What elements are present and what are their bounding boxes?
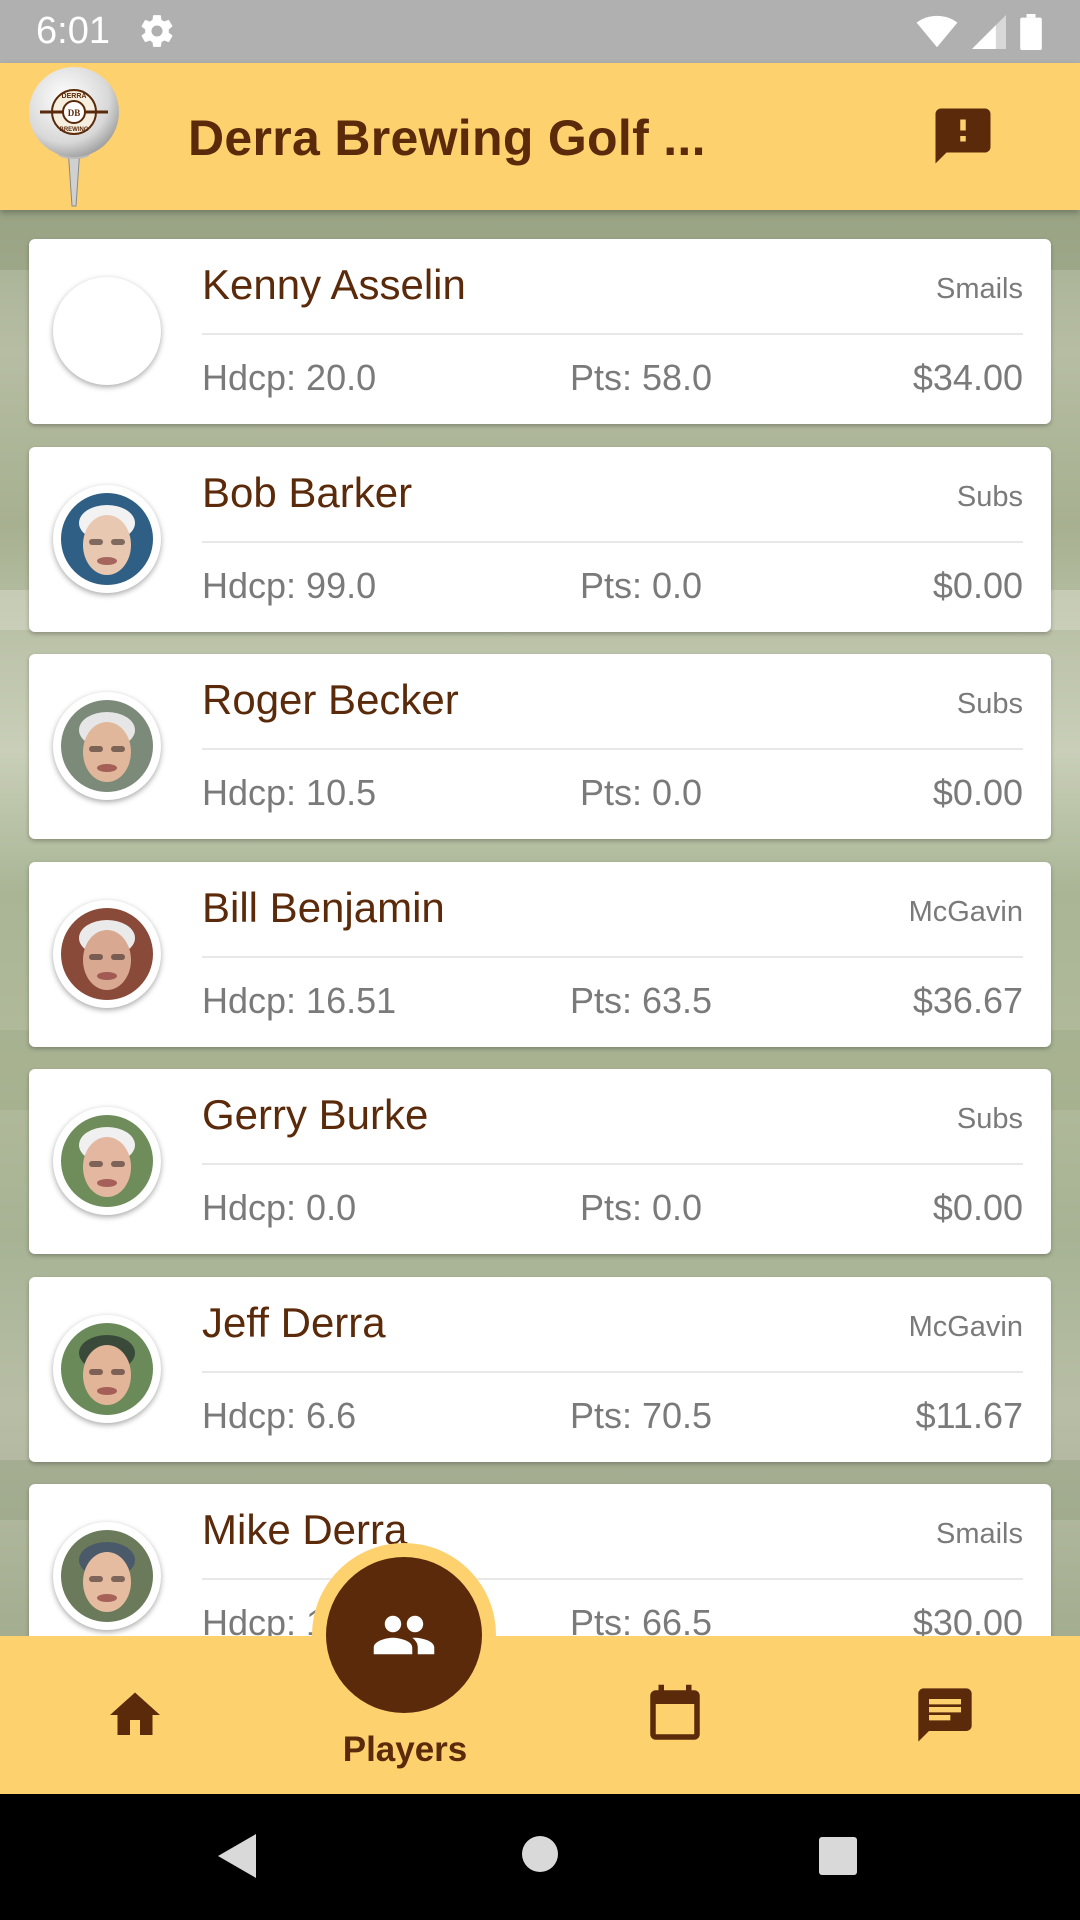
logo-text-top: DERRA <box>62 93 87 100</box>
status-icons <box>916 12 1042 52</box>
card-divider <box>202 955 1023 958</box>
player-points: Pts: 66.5 <box>569 1602 713 1636</box>
player-points: Pts: 0.0 <box>579 564 703 606</box>
app-title: Derra Brewing Golf ... <box>188 110 706 166</box>
player-name: Roger Becker <box>202 676 459 723</box>
player-card[interactable]: Jeff Derra McGavin Hdcp: 6.6 Pts: 70.5 $11.6… <box>29 1276 1051 1462</box>
player-name: Jeff Derra <box>202 1298 386 1346</box>
nav-messages[interactable] <box>810 1636 1080 1794</box>
player-photo <box>61 492 153 585</box>
status-bar: 6:01 <box>0 0 1080 63</box>
player-money: $11.67 <box>915 1394 1023 1436</box>
card-divider <box>202 1578 1023 1580</box>
player-team: Subs <box>956 688 1023 720</box>
player-hdcp: Hdcp: 20.0 <box>202 357 377 398</box>
player-name: Bob Barker <box>202 468 413 516</box>
players-list[interactable]: Kenny Asselin Smails Hdcp: 20.0 Pts: 58.0 $3… <box>0 210 1080 1636</box>
player-money: $36.67 <box>912 979 1023 1021</box>
player-points: Pts: 0.0 <box>579 772 703 813</box>
player-hdcp: Hdcp: 16.51 <box>202 979 397 1021</box>
player-money: $30.00 <box>912 1602 1023 1636</box>
app-bar: DB DERRA BREWING Derra Brewing Golf ... <box>0 63 1080 210</box>
player-card[interactable]: Bill Benjamin McGavin Hdcp: 16.51 Pts: 63.5… <box>29 861 1051 1047</box>
recents-icon[interactable] <box>818 1836 858 1876</box>
home-circle-icon[interactable] <box>520 1834 560 1874</box>
player-avatar <box>53 899 161 1008</box>
calendar-icon <box>650 1684 700 1740</box>
nav-calendar[interactable] <box>540 1636 810 1794</box>
player-team: Smails <box>935 273 1023 305</box>
player-team: McGavin <box>908 895 1023 928</box>
card-divider <box>202 1163 1023 1165</box>
player-name: Kenny Asselin <box>202 261 466 308</box>
player-card[interactable]: Roger Becker Subs Hdcp: 10.5 Pts: 0.0 $0.00 <box>29 654 1051 839</box>
card-divider <box>202 1370 1023 1373</box>
player-photo <box>61 907 153 1000</box>
player-photo <box>61 1322 153 1415</box>
status-time: 6:01 <box>36 10 110 52</box>
card-divider <box>202 748 1023 750</box>
player-money: $0.00 <box>932 564 1023 606</box>
player-hdcp: Hdcp: 0.0 <box>202 1187 357 1228</box>
player-name: Bill Benjamin <box>202 883 445 931</box>
chat-icon <box>918 1688 972 1742</box>
player-avatar <box>53 1314 161 1423</box>
back-icon[interactable] <box>216 1832 258 1880</box>
player-card[interactable]: Bob Barker Subs Hdcp: 99.0 Pts: 0.0 $0.00 <box>29 446 1051 632</box>
player-avatar <box>53 692 161 800</box>
player-money: $0.00 <box>932 1187 1023 1228</box>
feedback-icon[interactable] <box>930 103 996 169</box>
players-nav-label[interactable]: Players <box>270 1730 540 1770</box>
player-hdcp: Hdcp: 99.0 <box>202 564 377 606</box>
player-avatar <box>53 1522 161 1630</box>
settings-icon <box>141 15 173 47</box>
logo-initials: DB <box>68 108 81 118</box>
player-points: Pts: 63.5 <box>569 979 713 1021</box>
player-money: $0.00 <box>932 772 1023 813</box>
player-photo <box>61 700 153 792</box>
golf-ball-logo: DB DERRA BREWING <box>29 67 119 207</box>
player-team: McGavin <box>908 1310 1023 1343</box>
player-points: Pts: 0.0 <box>579 1187 703 1228</box>
nav-home[interactable] <box>0 1636 270 1794</box>
player-hdcp: Hdcp: 10.5 <box>202 772 377 813</box>
player-avatar <box>53 1107 161 1215</box>
player-money: $34.00 <box>912 357 1023 398</box>
players-fab[interactable] <box>326 1557 482 1713</box>
wifi-icon <box>916 15 958 48</box>
player-avatar <box>53 277 161 385</box>
player-avatar <box>53 484 161 593</box>
bottom-nav <box>0 1636 1080 1794</box>
player-hdcp: Hdcp: 6.6 <box>202 1394 357 1436</box>
player-team: Smails <box>935 1518 1023 1550</box>
player-photo <box>61 1530 153 1622</box>
battery-icon <box>1020 14 1042 50</box>
player-points: Pts: 70.5 <box>569 1394 713 1436</box>
player-team: Subs <box>956 480 1023 513</box>
system-nav-bar <box>0 1794 1080 1920</box>
signal-icon <box>972 15 1006 49</box>
player-card[interactable]: Kenny Asselin Smails Hdcp: 20.0 Pts: 58.0 $3… <box>29 239 1051 424</box>
player-card[interactable]: Gerry Burke Subs Hdcp: 0.0 Pts: 0.0 $0.00 <box>29 1069 1051 1254</box>
card-divider <box>202 540 1023 543</box>
home-icon <box>110 1692 160 1735</box>
player-card[interactable]: Mike Derra Smails Hdcp: 15.5 Pts: 66.5 $30.0… <box>29 1484 1051 1636</box>
people-icon <box>373 1615 435 1655</box>
logo-text-bottom: BREWING <box>60 127 89 133</box>
player-photo <box>61 285 153 377</box>
player-points: Pts: 58.0 <box>569 357 713 398</box>
player-name: Gerry Burke <box>202 1091 429 1138</box>
card-divider <box>202 333 1023 335</box>
player-photo <box>61 1115 153 1207</box>
player-team: Subs <box>956 1103 1023 1135</box>
